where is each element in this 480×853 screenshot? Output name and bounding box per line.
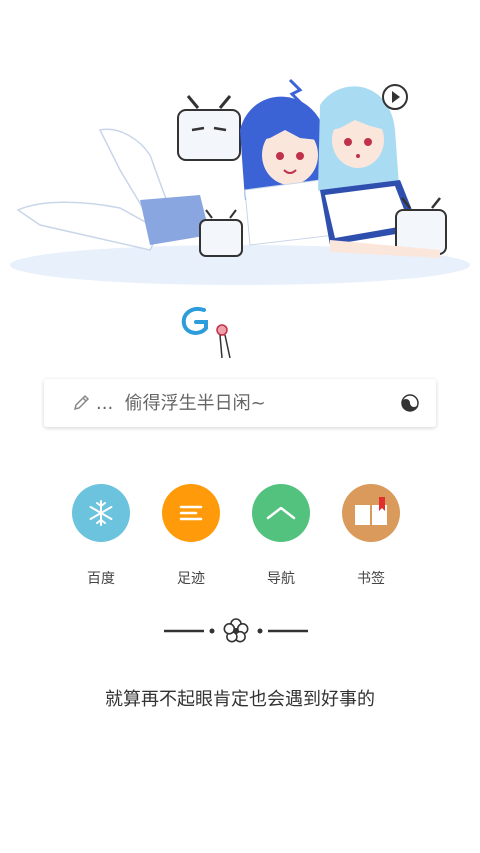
search-box[interactable]	[44, 379, 436, 427]
quick-link-label: 百度	[87, 571, 115, 587]
quick-link-label: 书签	[357, 571, 385, 587]
quick-link-history[interactable]: 足迹	[146, 484, 236, 594]
yin-yang-icon[interactable]	[401, 394, 419, 412]
g-logo[interactable]	[178, 300, 238, 364]
hero-illustration	[10, 78, 470, 285]
quick-link-bookmarks[interactable]: 书签	[326, 484, 416, 594]
flower-divider	[164, 618, 308, 643]
chevron-up-icon	[266, 506, 296, 520]
book-icon	[355, 497, 387, 525]
quick-link-circle[interactable]	[72, 484, 130, 542]
quick-link-circle[interactable]	[252, 484, 310, 542]
quick-link-baidu[interactable]: 百度	[56, 484, 146, 594]
quick-link-navigation[interactable]: 导航	[236, 484, 326, 594]
quick-link-label: 足迹	[177, 571, 205, 587]
motto-text: 就算再不起眼肯定也会遇到好事的	[105, 689, 375, 710]
quick-link-circle[interactable]	[162, 484, 220, 542]
quick-link-label: 导航	[267, 571, 295, 587]
lines-icon	[179, 505, 203, 521]
snowflake-icon	[89, 500, 113, 526]
quick-links: 百度 足迹 导航 书签	[56, 484, 416, 594]
pencil-icon	[73, 394, 90, 411]
flower-icon	[223, 618, 249, 643]
quick-link-circle[interactable]	[342, 484, 400, 542]
search-input[interactable]	[96, 379, 386, 427]
